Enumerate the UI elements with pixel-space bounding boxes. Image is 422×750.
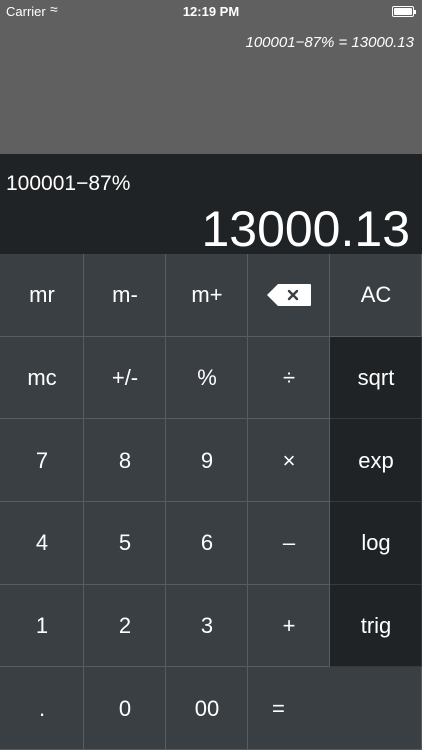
add-button[interactable]: + (248, 584, 330, 668)
digit-1-button[interactable]: 1 (0, 584, 84, 668)
digit-9-button[interactable]: 9 (166, 419, 248, 502)
calculator-display: 100001−87% 13000.13 (0, 154, 422, 257)
digit-8-button[interactable]: 8 (84, 419, 166, 502)
mr-button[interactable]: mr (0, 254, 84, 337)
exp-button[interactable]: exp (330, 419, 422, 502)
percent-button[interactable]: % (166, 336, 248, 420)
battery-icon (392, 6, 416, 17)
decimal-point-button[interactable]: . (0, 667, 84, 750)
m-minus-button[interactable]: m- (84, 254, 166, 337)
subtract-button[interactable]: – (248, 501, 330, 585)
log-button[interactable]: log (330, 501, 422, 585)
equals-button[interactable]: = (248, 667, 422, 750)
double-zero-button[interactable]: 00 (166, 667, 248, 750)
keypad: mr m- m+ AC mc +/- % ÷ sqrt 7 8 9 × exp … (0, 254, 422, 750)
mc-button[interactable]: mc (0, 336, 84, 420)
expression-text: 100001−87% (6, 172, 131, 195)
status-bar: Carrier ≈ 12:19 PM (0, 0, 422, 24)
all-clear-button[interactable]: AC (330, 254, 422, 337)
clock-label: 12:19 PM (182, 4, 240, 19)
multiply-button[interactable]: × (248, 419, 330, 502)
digit-5-button[interactable]: 5 (84, 501, 166, 585)
digit-3-button[interactable]: 3 (166, 584, 248, 668)
digit-7-button[interactable]: 7 (0, 419, 84, 502)
digit-0-button[interactable]: 0 (84, 667, 166, 750)
result-text: 13000.13 (201, 201, 410, 257)
digit-4-button[interactable]: 4 (0, 501, 84, 585)
sqrt-button[interactable]: sqrt (330, 336, 422, 420)
history-entry[interactable]: 100001−87% = 13000.13 (246, 34, 415, 51)
divide-button[interactable]: ÷ (248, 336, 330, 420)
backspace-icon (266, 283, 312, 307)
backspace-button[interactable] (248, 254, 330, 337)
plus-minus-button[interactable]: +/- (84, 336, 166, 420)
digit-6-button[interactable]: 6 (166, 501, 248, 585)
trig-button[interactable]: trig (330, 584, 422, 668)
history-panel[interactable]: 100001−87% = 13000.13 (0, 24, 422, 154)
m-plus-button[interactable]: m+ (166, 254, 248, 337)
digit-2-button[interactable]: 2 (84, 584, 166, 668)
